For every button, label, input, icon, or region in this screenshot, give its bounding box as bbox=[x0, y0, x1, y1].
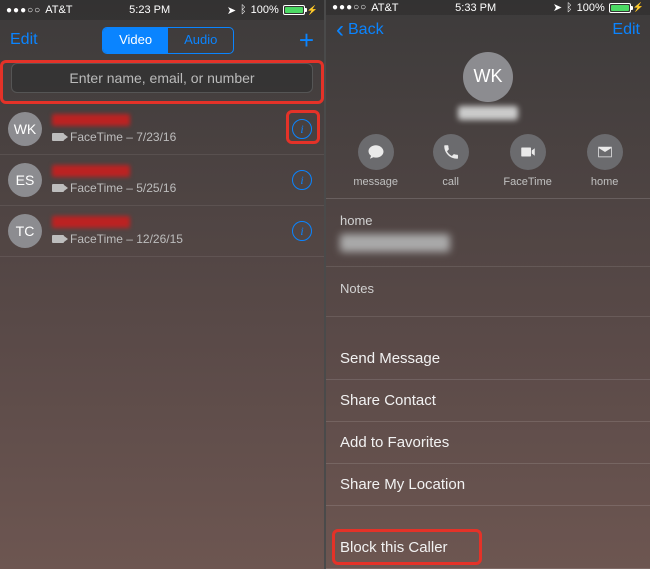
mail-icon bbox=[587, 134, 623, 170]
call-row[interactable]: ES FaceTime – 5/25/16 i bbox=[0, 155, 324, 206]
add-button[interactable]: + bbox=[299, 25, 314, 56]
carrier-label: AT&T bbox=[45, 4, 72, 16]
block-caller-row[interactable]: Block this Caller bbox=[326, 527, 650, 569]
video-audio-segment[interactable]: Video Audio bbox=[102, 27, 234, 54]
action-label: FaceTime bbox=[503, 176, 552, 188]
signal-dots-icon: ●●●○○ bbox=[6, 5, 41, 16]
share-contact-row[interactable]: Share Contact bbox=[326, 380, 650, 422]
nav-bar: Edit Video Audio + bbox=[0, 20, 324, 60]
search-placeholder: Enter name, email, or number bbox=[69, 70, 254, 86]
video-icon bbox=[510, 134, 546, 170]
caller-name-redacted bbox=[52, 114, 130, 126]
nav-bar: Back Edit bbox=[326, 15, 650, 45]
section-gap bbox=[326, 317, 650, 338]
status-bar: ●●●○○ AT&T 5:33 PM ➤ ᛒ 100% ⚡ bbox=[326, 0, 650, 15]
clock-label: 5:23 PM bbox=[129, 4, 170, 16]
action-label: message bbox=[353, 176, 398, 188]
call-action[interactable]: call bbox=[433, 134, 469, 188]
home-action[interactable]: home bbox=[587, 134, 623, 188]
add-favorites-row[interactable]: Add to Favorites bbox=[326, 422, 650, 464]
status-bar: ●●●○○ AT&T 5:23 PM ➤ ᛒ 100% ⚡ bbox=[0, 0, 324, 20]
contact-name-redacted bbox=[458, 106, 518, 120]
share-location-row[interactable]: Share My Location bbox=[326, 464, 650, 506]
send-message-row[interactable]: Send Message bbox=[326, 338, 650, 380]
facetime-action[interactable]: FaceTime bbox=[503, 134, 552, 188]
video-icon bbox=[52, 133, 64, 141]
info-button[interactable]: i bbox=[292, 170, 312, 190]
avatar: WK bbox=[8, 112, 42, 146]
segment-audio[interactable]: Audio bbox=[168, 28, 233, 53]
video-icon bbox=[52, 184, 64, 192]
avatar: TC bbox=[8, 214, 42, 248]
call-subtitle: FaceTime – 5/25/16 bbox=[70, 181, 176, 195]
recents-list: WK FaceTime – 7/23/16 i ES FaceTime – 5/… bbox=[0, 104, 324, 569]
battery-percent: 100% bbox=[577, 2, 605, 14]
battery-percent: 100% bbox=[251, 4, 279, 16]
home-field[interactable]: home bbox=[326, 199, 650, 267]
caller-name-redacted bbox=[52, 216, 130, 228]
avatar: ES bbox=[8, 163, 42, 197]
battery-icon: ⚡ bbox=[283, 5, 318, 16]
battery-icon: ⚡ bbox=[609, 2, 644, 13]
edit-button[interactable]: Edit bbox=[10, 31, 38, 49]
call-subtitle: FaceTime – 12/26/15 bbox=[70, 232, 183, 246]
field-label: Notes bbox=[340, 281, 636, 296]
video-icon bbox=[52, 235, 64, 243]
segment-video[interactable]: Video bbox=[103, 28, 168, 53]
edit-button[interactable]: Edit bbox=[612, 21, 640, 39]
contact-detail-screen: ●●●○○ AT&T 5:33 PM ➤ ᛒ 100% ⚡ Back Edit … bbox=[326, 0, 650, 569]
message-action[interactable]: message bbox=[353, 134, 398, 188]
action-label: home bbox=[591, 176, 619, 188]
call-row[interactable]: TC FaceTime – 12/26/15 i bbox=[0, 206, 324, 257]
action-label: call bbox=[442, 176, 459, 188]
notes-field[interactable]: Notes bbox=[326, 267, 650, 317]
back-button[interactable]: Back bbox=[336, 21, 384, 39]
call-row[interactable]: WK FaceTime – 7/23/16 i bbox=[0, 104, 324, 155]
search-highlight: Enter name, email, or number bbox=[0, 60, 324, 104]
carrier-label: AT&T bbox=[371, 2, 398, 14]
info-button[interactable]: i bbox=[292, 221, 312, 241]
message-icon bbox=[358, 134, 394, 170]
field-label: home bbox=[340, 213, 636, 228]
contact-header: WK bbox=[326, 46, 650, 134]
phone-number-redacted bbox=[340, 234, 450, 252]
clock-label: 5:33 PM bbox=[455, 2, 496, 14]
caller-name-redacted bbox=[52, 165, 130, 177]
signal-dots-icon: ●●●○○ bbox=[332, 2, 367, 13]
location-icon: ➤ bbox=[227, 4, 236, 17]
search-input[interactable]: Enter name, email, or number bbox=[11, 63, 313, 93]
call-subtitle: FaceTime – 7/23/16 bbox=[70, 130, 176, 144]
action-row: message call FaceTime home bbox=[326, 134, 650, 199]
info-button[interactable]: i bbox=[292, 119, 312, 139]
section-gap bbox=[326, 506, 650, 527]
location-icon: ➤ bbox=[553, 1, 562, 14]
facetime-recents-screen: ●●●○○ AT&T 5:23 PM ➤ ᛒ 100% ⚡ Edit Video… bbox=[0, 0, 324, 569]
phone-icon bbox=[433, 134, 469, 170]
bluetooth-icon: ᛒ bbox=[240, 4, 247, 16]
bluetooth-icon: ᛒ bbox=[566, 2, 573, 14]
avatar: WK bbox=[463, 52, 513, 102]
